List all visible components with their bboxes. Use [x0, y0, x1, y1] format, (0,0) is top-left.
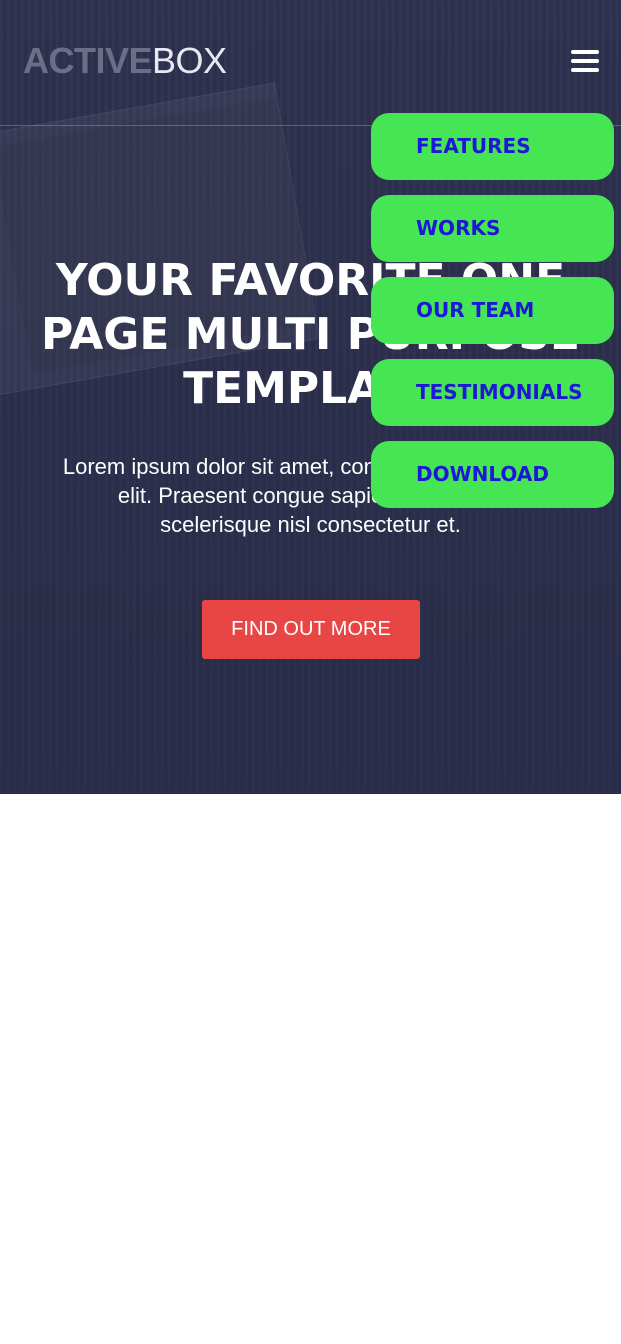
nav-item-label: TESTIMONIALS — [416, 380, 583, 404]
page: ACTIVE BOX YOUR FAVORITE ONE PAGE MULTI … — [0, 0, 621, 1344]
menu-bar-top — [571, 50, 599, 54]
hamburger-menu-icon[interactable] — [571, 48, 599, 74]
find-out-more-button[interactable]: FIND OUT MORE — [202, 600, 420, 659]
content-area — [0, 794, 621, 1344]
menu-bar-middle — [571, 59, 599, 63]
nav-item-label: WORKS — [416, 216, 501, 240]
nav-item-label: FEATURES — [416, 134, 531, 158]
nav-item-testimonials[interactable]: TESTIMONIALS — [371, 359, 614, 426]
logo[interactable]: ACTIVE BOX — [23, 40, 227, 81]
nav-item-our-team[interactable]: OUR TEAM — [371, 277, 614, 344]
nav-item-download[interactable]: DOWNLOAD — [371, 441, 614, 508]
nav-item-label: DOWNLOAD — [416, 462, 549, 486]
logo-strong-text: ACTIVE — [23, 40, 153, 81]
nav-item-label: OUR TEAM — [416, 298, 535, 322]
nav-item-works[interactable]: WORKS — [371, 195, 614, 262]
logo-light-text: BOX — [152, 40, 227, 81]
menu-bar-bottom — [571, 68, 599, 72]
site-header: ACTIVE BOX — [0, 0, 621, 126]
nav-item-features[interactable]: FEATURES — [371, 113, 614, 180]
